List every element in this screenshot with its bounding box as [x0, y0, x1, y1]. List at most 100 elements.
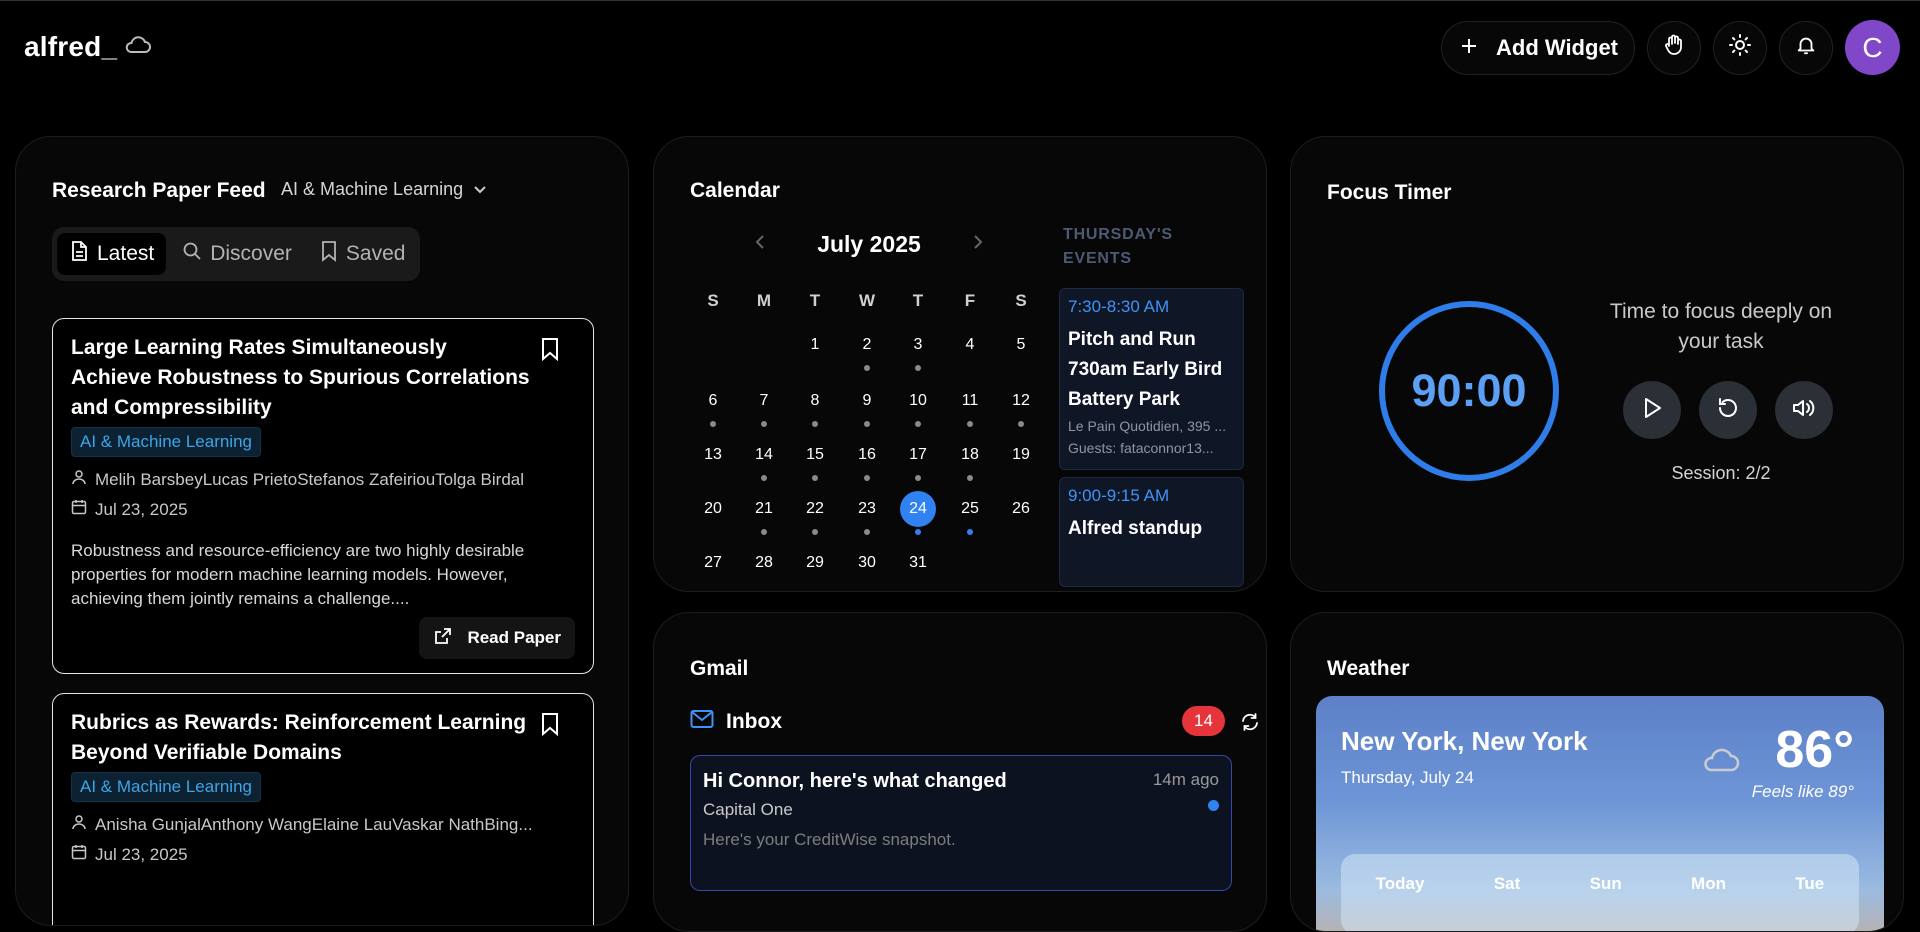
forecast-day: Mon: [1691, 874, 1726, 893]
read-paper-label: Read Paper: [467, 628, 561, 647]
calendar-day[interactable]: 19: [1003, 437, 1039, 473]
paper-card[interactable]: Large Learning Rates Simultaneously Achi…: [52, 318, 594, 674]
tab-latest[interactable]: Latest: [57, 233, 167, 275]
focus-timer-title: Focus Timer: [1327, 181, 1452, 204]
topic-select-value: AI & Machine Learning: [281, 179, 464, 199]
calendar-day[interactable]: 18: [952, 437, 988, 473]
paper-feed-tabs: Latest Discover Saved: [52, 227, 420, 281]
event-title: Alfred standup: [1068, 518, 1203, 539]
user-avatar[interactable]: C: [1845, 20, 1900, 75]
paper-date: Jul 23, 2025: [71, 499, 188, 520]
calendar-day[interactable]: 10: [900, 383, 936, 419]
weekday-label: W: [858, 291, 876, 310]
calendar-day[interactable]: 17: [900, 437, 936, 473]
calendar-day[interactable]: 25: [952, 491, 988, 527]
paper-authors-text: Melih BarsbeyLucas PrietoStefanos Zafeir…: [95, 469, 525, 489]
event-dot: [812, 421, 818, 427]
topic-select[interactable]: AI & Machine Learning: [281, 179, 487, 200]
calendar-day[interactable]: 13: [695, 437, 731, 473]
paper-card[interactable]: Rubrics as Rewards: Reinforcement Learni…: [52, 693, 594, 925]
calendar-title: Calendar: [690, 179, 780, 202]
brand-logo[interactable]: alfred_: [24, 31, 117, 63]
event-dot: [967, 529, 973, 535]
chevron-down-icon: [473, 179, 487, 200]
calendar-day[interactable]: 5: [1003, 327, 1039, 363]
external-link-icon: [433, 626, 453, 651]
event-dot: [915, 529, 921, 535]
paper-title[interactable]: Large Learning Rates Simultaneously Achi…: [71, 333, 531, 423]
event-card[interactable]: 7:30-8:30 AM Pitch and Run 730am Early B…: [1059, 288, 1244, 470]
tab-discover[interactable]: Discover: [170, 233, 304, 275]
event-dot: [761, 475, 767, 481]
calendar-day[interactable]: 9: [849, 383, 885, 419]
calendar-day[interactable]: 1: [797, 327, 833, 363]
calendar-day[interactable]: 31: [900, 545, 936, 581]
calendar-day[interactable]: 12: [1003, 383, 1039, 419]
calendar-day[interactable]: 28: [746, 545, 782, 581]
month-navigation: July 2025: [754, 231, 984, 258]
add-widget-button[interactable]: Add Widget: [1441, 20, 1635, 75]
event-dot: [967, 421, 973, 427]
event-card[interactable]: 9:00-9:15 AM Alfred standup: [1059, 477, 1244, 587]
email-item[interactable]: Hi Connor, here's what changed Capital O…: [690, 755, 1232, 891]
user-icon: [71, 469, 87, 490]
paper-authors: Anisha GunjalAnthony WangElaine LauVaska…: [71, 814, 533, 835]
calendar-day[interactable]: 20: [695, 491, 731, 527]
event-time: 9:00-9:15 AM: [1068, 486, 1170, 505]
forecast-day: Sun: [1589, 874, 1622, 893]
paper-authors: Melih BarsbeyLucas PrietoStefanos Zafeir…: [71, 469, 524, 490]
timer-display: 90:00: [1411, 365, 1527, 416]
tab-latest-label: Latest: [97, 242, 155, 265]
calendar-day-today[interactable]: 24: [900, 491, 936, 527]
weather-temperature: 86°: [1775, 721, 1854, 779]
hand-gesture-button[interactable]: [1647, 20, 1701, 75]
calendar-day[interactable]: 30: [849, 545, 885, 581]
weather-location: New York, New York: [1341, 726, 1588, 756]
sound-button[interactable]: [1775, 381, 1833, 439]
calendar-day[interactable]: 2: [849, 327, 885, 363]
event-dot: [915, 421, 921, 427]
notifications-button[interactable]: [1779, 20, 1833, 75]
bookmark-icon: [320, 240, 338, 268]
calendar-day[interactable]: 26: [1003, 491, 1039, 527]
gmail-widget: Gmail Inbox 14 Hi Connor, here's what ch…: [653, 612, 1267, 932]
bookmark-icon[interactable]: [541, 337, 559, 366]
weather-date: Thursday, July 24: [1341, 768, 1474, 787]
bookmark-icon[interactable]: [541, 712, 559, 741]
event-location: Le Pain Quotidien, 395 ...: [1068, 418, 1226, 434]
calendar-day[interactable]: 14: [746, 437, 782, 473]
calendar-day[interactable]: 29: [797, 545, 833, 581]
email-sender: Capital One: [703, 800, 793, 819]
play-button[interactable]: [1623, 381, 1681, 439]
calendar-day[interactable]: 6: [695, 383, 731, 419]
chevron-right-icon[interactable]: [972, 233, 984, 256]
event-guests: Guests: fataconnor13...: [1068, 440, 1214, 456]
bell-icon: [1795, 34, 1817, 61]
month-label: July 2025: [817, 231, 921, 257]
forecast-strip: Today Sat Sun Mon Tue: [1341, 854, 1859, 931]
weather-feels-like: Feels like 89°: [1751, 782, 1854, 801]
refresh-icon[interactable]: [1240, 712, 1260, 737]
calendar-day[interactable]: 7: [746, 383, 782, 419]
calendar-day[interactable]: 11: [952, 383, 988, 419]
paper-title[interactable]: Rubrics as Rewards: Reinforcement Learni…: [71, 708, 531, 768]
email-subject: Hi Connor, here's what changed: [703, 770, 1007, 792]
theme-toggle-button[interactable]: [1713, 20, 1767, 75]
calendar-day[interactable]: 22: [797, 491, 833, 527]
event-dot: [864, 421, 870, 427]
calendar-day[interactable]: 27: [695, 545, 731, 581]
reset-button[interactable]: [1699, 381, 1757, 439]
calendar-day[interactable]: 21: [746, 491, 782, 527]
calendar-day[interactable]: 16: [849, 437, 885, 473]
calendar-day[interactable]: 15: [797, 437, 833, 473]
top-bar: alfred_ Add Widget C: [0, 0, 1920, 96]
calendar-day[interactable]: 23: [849, 491, 885, 527]
inbox-label[interactable]: Inbox: [726, 710, 782, 734]
paper-date: Jul 23, 2025: [71, 844, 188, 865]
read-paper-button[interactable]: Read Paper: [419, 617, 575, 659]
calendar-day[interactable]: 4: [952, 327, 988, 363]
tab-saved[interactable]: Saved: [308, 233, 418, 275]
calendar-day[interactable]: 3: [900, 327, 936, 363]
chevron-left-icon[interactable]: [754, 233, 766, 256]
calendar-day[interactable]: 8: [797, 383, 833, 419]
